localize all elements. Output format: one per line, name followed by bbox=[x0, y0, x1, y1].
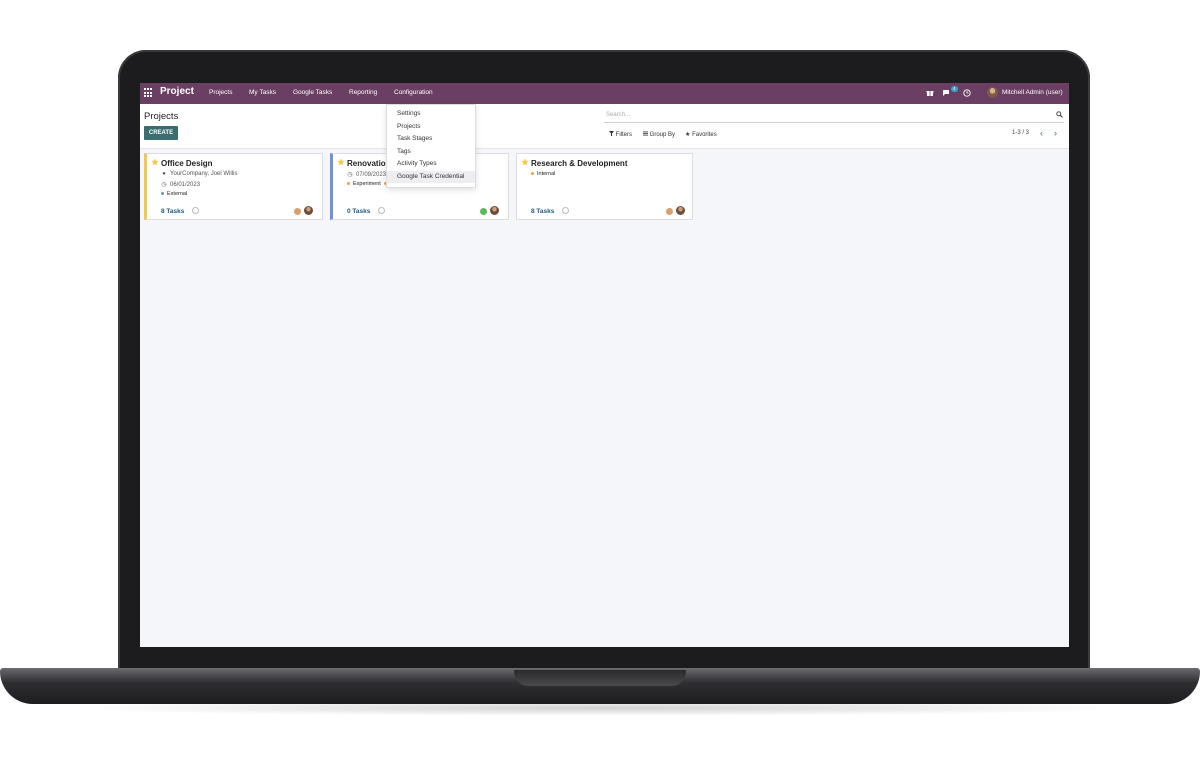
activity-clock-icon[interactable] bbox=[192, 207, 199, 214]
favorite-star-icon[interactable] bbox=[337, 158, 345, 166]
activity-clock-icon[interactable] bbox=[963, 89, 971, 97]
status-dot[interactable] bbox=[666, 208, 673, 215]
project-tag: Experiment bbox=[347, 181, 381, 187]
config-activity-types[interactable]: Activity Types bbox=[397, 160, 437, 167]
project-customer: ● YourCompany, Joel Willis bbox=[161, 171, 237, 177]
app-brand[interactable]: Project bbox=[160, 86, 194, 97]
menu-google-tasks[interactable]: Google Tasks bbox=[293, 89, 332, 96]
configuration-dropdown: Settings Projects Task Stages Tags Activ… bbox=[386, 104, 476, 188]
project-tag: External bbox=[161, 191, 187, 197]
project-tag: Internal bbox=[531, 171, 555, 177]
tasks-link[interactable]: 8 Tasks bbox=[531, 208, 554, 215]
menu-my-tasks[interactable]: My Tasks bbox=[249, 89, 276, 96]
menu-reporting[interactable]: Reporting bbox=[349, 89, 377, 96]
pager-value[interactable]: 1-3 / 3 bbox=[1012, 130, 1029, 136]
project-title[interactable]: Renovation bbox=[347, 159, 391, 168]
assignee-avatar bbox=[490, 206, 499, 215]
activity-clock-icon[interactable] bbox=[562, 207, 569, 214]
project-card[interactable]: Research & Development Internal 8 Tasks bbox=[516, 153, 693, 220]
tag-dot bbox=[347, 182, 350, 186]
pager-next-icon[interactable]: › bbox=[1054, 128, 1057, 138]
config-tags[interactable]: Tags bbox=[397, 148, 411, 155]
user-menu[interactable]: Mitchell Admin (user) bbox=[1002, 89, 1063, 96]
assignee-avatar bbox=[304, 206, 313, 215]
project-date: ◷ 07/09/2023 bbox=[347, 171, 386, 178]
user-icon: ● bbox=[162, 171, 166, 177]
filters-button[interactable]: Filters bbox=[609, 131, 632, 138]
favorites-button[interactable]: ★ Favorites bbox=[685, 131, 717, 138]
tasks-link[interactable]: 8 Tasks bbox=[161, 208, 184, 215]
gift-icon[interactable] bbox=[926, 89, 934, 97]
user-avatar[interactable] bbox=[987, 87, 998, 98]
config-google-task-credential[interactable]: Google Task Credential bbox=[397, 173, 464, 180]
status-dot[interactable] bbox=[480, 208, 487, 215]
tag-dot bbox=[531, 172, 534, 176]
filters-label: Filters bbox=[615, 132, 633, 138]
config-settings[interactable]: Settings bbox=[397, 110, 421, 117]
tag-label: Internal bbox=[537, 171, 556, 177]
menu-configuration[interactable]: Configuration bbox=[394, 89, 433, 96]
favorites-label: Favorites bbox=[692, 132, 717, 138]
star-icon: ★ bbox=[685, 132, 691, 138]
tasks-link[interactable]: 0 Tasks bbox=[347, 208, 370, 215]
filter-icon bbox=[609, 131, 614, 136]
clock-icon: ◷ bbox=[347, 172, 353, 178]
chat-icon[interactable] bbox=[942, 89, 951, 97]
tag-dot bbox=[161, 192, 164, 196]
assignee-avatar bbox=[676, 206, 685, 215]
search-icon[interactable] bbox=[1056, 111, 1063, 118]
favorite-star-icon[interactable] bbox=[151, 158, 159, 166]
page-title: Projects bbox=[144, 111, 179, 122]
project-date: ◷ 06/01/2023 bbox=[161, 181, 200, 188]
group-by-label: Group By bbox=[649, 132, 676, 138]
config-task-stages[interactable]: Task Stages bbox=[397, 135, 432, 142]
favorite-star-icon[interactable] bbox=[521, 158, 529, 166]
tag-label: External bbox=[167, 191, 188, 197]
create-button[interactable]: CREATE bbox=[144, 126, 178, 140]
config-projects[interactable]: Projects bbox=[397, 123, 420, 130]
activity-clock-icon[interactable] bbox=[378, 207, 385, 214]
status-dot[interactable] bbox=[294, 208, 301, 215]
project-card[interactable]: Office Design ● YourCompany, Joel Willis … bbox=[144, 153, 323, 220]
project-title[interactable]: Research & Development bbox=[531, 159, 627, 168]
customer-text: YourCompany, Joel Willis bbox=[170, 171, 238, 177]
search-placeholder: Search... bbox=[606, 112, 631, 118]
date-text: 06/01/2023 bbox=[170, 182, 201, 188]
date-text: 07/09/2023 bbox=[356, 172, 387, 178]
project-title[interactable]: Office Design bbox=[161, 159, 213, 168]
control-panel: Projects CREATE Search... Filters Group … bbox=[140, 104, 1069, 149]
group-by-icon bbox=[643, 131, 648, 136]
tag-label: Experiment bbox=[353, 181, 381, 187]
messages-badge: 4 bbox=[951, 86, 958, 92]
top-navbar: Project Projects My Tasks Google Tasks R… bbox=[140, 83, 1069, 104]
search-input[interactable]: Search... bbox=[604, 110, 1064, 123]
group-by-button[interactable]: Group By bbox=[643, 131, 675, 138]
pager-previous-icon[interactable]: ‹ bbox=[1040, 128, 1043, 138]
clock-icon: ◷ bbox=[161, 182, 167, 188]
apps-grid-icon[interactable] bbox=[144, 88, 154, 98]
laptop-notch bbox=[514, 670, 686, 686]
app-screen: Project Projects My Tasks Google Tasks R… bbox=[140, 83, 1069, 647]
menu-projects[interactable]: Projects bbox=[209, 89, 232, 96]
